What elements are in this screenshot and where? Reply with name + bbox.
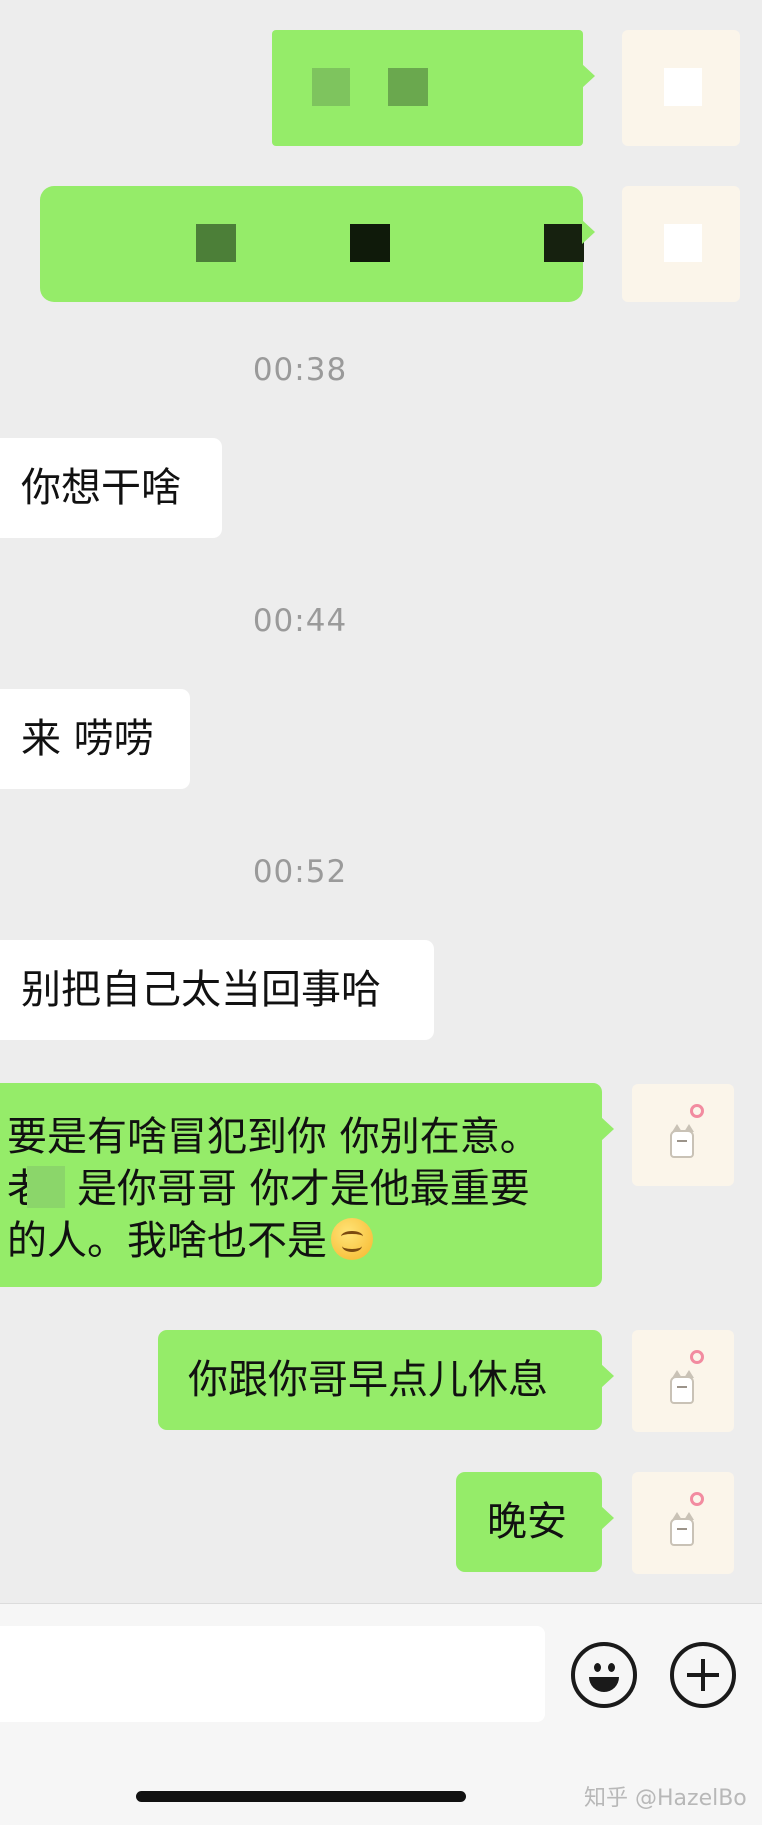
- my-avatar-redacted[interactable]: [622, 30, 740, 146]
- message-text-fragment: 是你哥哥 你才是他最重要: [77, 1166, 530, 1212]
- flower-icon: [690, 1350, 704, 1364]
- outgoing-message-bubble-redacted[interactable]: [40, 186, 595, 302]
- timestamp: 00:44: [252, 603, 348, 639]
- message-text: 你想干啥: [21, 465, 181, 511]
- redacted-name-block: [27, 1166, 65, 1208]
- message-text: 晚安: [487, 1499, 567, 1545]
- watermark: 知乎 @HazelBo: [584, 1786, 747, 1811]
- message-text: 你跟你哥早点儿休息: [188, 1357, 548, 1403]
- redacted-mosaic: [196, 224, 236, 262]
- message-text-line: 要是有啥冒犯到你 你别在意。: [7, 1114, 540, 1160]
- cat-icon: [670, 1518, 694, 1546]
- outgoing-message-bubble-redacted[interactable]: [272, 30, 595, 146]
- my-avatar[interactable]: [632, 1084, 734, 1186]
- incoming-message-bubble[interactable]: 来 唠唠: [0, 689, 190, 789]
- cat-face-icon: [677, 1140, 687, 1142]
- flower-icon: [690, 1492, 704, 1506]
- chat-message-area[interactable]: 00:38 你想干啥 00:44 来 唠唠 00:52 别把自己太当回事哈 要是…: [0, 0, 762, 1603]
- my-avatar-redacted[interactable]: [622, 186, 740, 302]
- incoming-message-bubble[interactable]: 你想干啥: [0, 438, 222, 538]
- redacted-mosaic: [388, 68, 428, 106]
- home-indicator[interactable]: [136, 1791, 466, 1802]
- message-text: 别把自己太当回事哈: [21, 967, 381, 1013]
- message-text-line: 老是你哥哥 你才是他最重要: [7, 1163, 530, 1215]
- mouth: [589, 1677, 619, 1692]
- cat-face-icon: [677, 1528, 687, 1530]
- message-text-fragment: 的人。我啥也不是: [7, 1218, 327, 1264]
- message-input[interactable]: [0, 1626, 545, 1722]
- message-text-line: 的人。我啥也不是: [7, 1215, 373, 1267]
- blush-smile-emoji-icon: [331, 1218, 373, 1260]
- cat-icon: [670, 1376, 694, 1404]
- timestamp: 00:38: [252, 352, 348, 388]
- redacted-block: [664, 68, 702, 106]
- redacted-block: [664, 224, 702, 262]
- flower-icon: [690, 1104, 704, 1118]
- more-actions-button[interactable]: [670, 1642, 736, 1708]
- eye: [594, 1663, 601, 1672]
- my-avatar[interactable]: [632, 1330, 734, 1432]
- emoji-button[interactable]: [571, 1642, 637, 1708]
- incoming-message-bubble[interactable]: 别把自己太当回事哈: [0, 940, 434, 1040]
- redacted-mosaic: [350, 224, 390, 262]
- outgoing-message-bubble[interactable]: 晚安: [456, 1472, 614, 1572]
- eye: [608, 1663, 615, 1672]
- chat-input-bar: 知乎 @HazelBo: [0, 1603, 762, 1825]
- my-avatar[interactable]: [632, 1472, 734, 1574]
- outgoing-message-bubble[interactable]: 你跟你哥早点儿休息: [158, 1330, 614, 1430]
- timestamp: 00:52: [252, 854, 348, 890]
- outgoing-message-bubble[interactable]: 要是有啥冒犯到你 你别在意。 老是你哥哥 你才是他最重要 的人。我啥也不是: [0, 1083, 614, 1287]
- redacted-mosaic: [312, 68, 350, 106]
- cat-icon: [670, 1130, 694, 1158]
- cat-face-icon: [677, 1386, 687, 1388]
- redacted-mosaic: [544, 224, 584, 262]
- message-text: 来 唠唠: [21, 716, 154, 762]
